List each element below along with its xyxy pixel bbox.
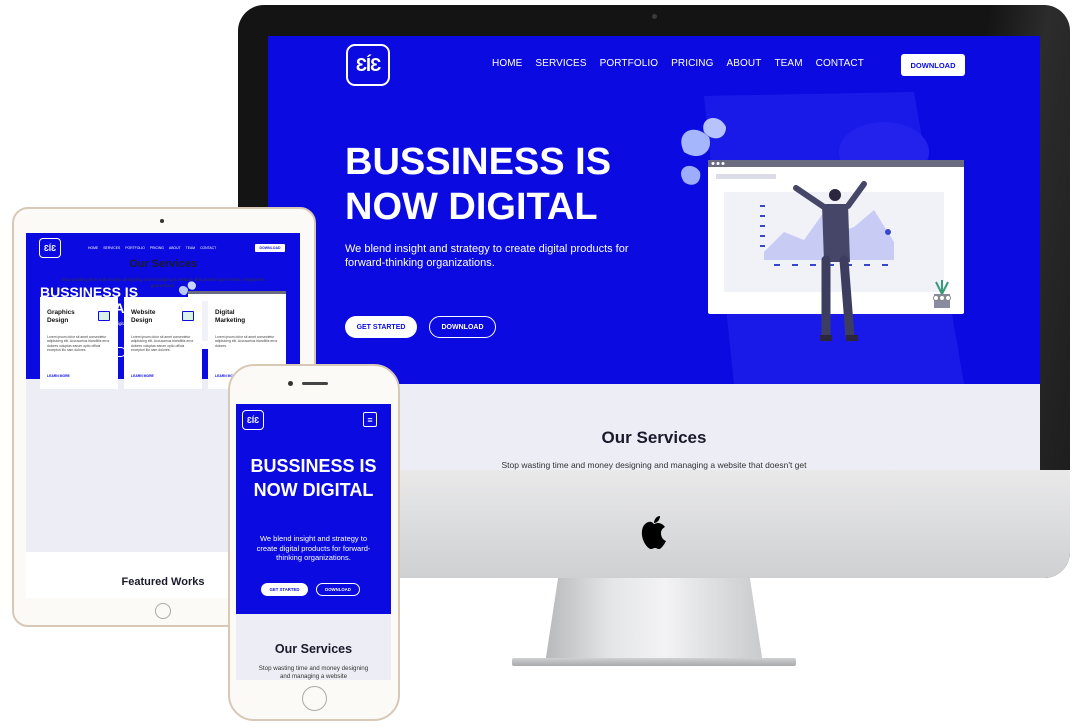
mobile-hero-section: ƐÍƐ ≡ BUSSINESS IS NOW DIGITAL We blend … (236, 404, 391, 614)
service-card-text: Lorem ipsum dolor sit amet consectetur a… (215, 335, 278, 348)
tablet-services-title: Our Services (129, 258, 197, 270)
nav-item-home[interactable]: HOME (492, 58, 522, 69)
hero-title: BUSSINESS IS NOW DIGITAL (345, 141, 612, 228)
device-mockup-stage: ƐÍƐ HOME SERVICES PORTFOLIO PRICING ABOU… (0, 0, 1080, 728)
nav-item-pricing[interactable]: PRICING (671, 58, 713, 69)
desktop-nav: HOME SERVICES PORTFOLIO PRICING ABOUT TE… (492, 58, 864, 69)
iphone-speaker (302, 382, 328, 385)
nav-item-portfolio[interactable]: PORTFOLIO (600, 58, 659, 69)
service-card-title: Website Design (131, 309, 156, 324)
nav-item-services[interactable]: SERVICES (535, 58, 586, 69)
imac-foot (512, 658, 796, 666)
tablet-nav-portfolio[interactable]: PORTFOLIO (125, 246, 145, 250)
service-card-text: Lorem ipsum dolor sit amet consectetur a… (131, 335, 194, 353)
tablet-nav-home[interactable]: HOME (88, 246, 98, 250)
mobile-services-description: Stop wasting time and money designing an… (258, 665, 369, 680)
tablet-nav-team[interactable]: TEAM (186, 246, 195, 250)
tablet-nav: HOME SERVICES PORTFOLIO PRICING ABOUT TE… (88, 246, 216, 250)
hero-illustration (681, 92, 964, 384)
mobile-hero-subtitle: We blend insight and strategy to create … (256, 534, 371, 562)
service-card-title: Digital Marketing (215, 309, 246, 324)
service-card-title: Graphics Design (47, 309, 75, 324)
tablet-nav-services[interactable]: SERVICES (103, 246, 120, 250)
learn-more-link[interactable]: LEARN MORE (47, 374, 70, 378)
tablet-nav-pricing[interactable]: PRICING (150, 246, 164, 250)
service-card-website: Website Design Lorem ipsum dolor sit ame… (124, 297, 202, 389)
desktop-hero-section: ƐÍƐ HOME SERVICES PORTFOLIO PRICING ABOU… (268, 36, 1040, 384)
iphone-home-button (302, 686, 327, 711)
tablet-nav-download-button[interactable]: DOWNLOAD (255, 244, 285, 252)
apple-logo-icon (641, 516, 666, 549)
iphone-camera (288, 381, 293, 386)
nav-download-button[interactable]: DOWNLOAD (901, 54, 965, 76)
imac-camera (652, 14, 657, 19)
tablet-brand-logo[interactable]: ƐÍƐ (39, 238, 61, 258)
nav-item-about[interactable]: ABOUT (727, 58, 762, 69)
hero-subtitle: We blend insight and strategy to create … (345, 243, 629, 269)
brand-logo[interactable]: ƐÍƐ (346, 44, 390, 86)
website-design-icon (182, 311, 194, 321)
mobile-brand-logo[interactable]: ƐÍƐ (242, 410, 264, 430)
learn-more-link[interactable]: LEARN MORE (131, 374, 154, 378)
mobile-hero-title: BUSSINESS IS NOW DIGITAL (250, 456, 377, 500)
mobile-hero-download-button[interactable]: DOWNLOAD (316, 583, 360, 596)
hero-download-button[interactable]: DOWNLOAD (429, 316, 496, 338)
nav-item-team[interactable]: TEAM (774, 58, 802, 69)
imac-stand (545, 578, 763, 664)
mobile-get-started-button[interactable]: GET STARTED (261, 583, 308, 596)
ipad-camera (160, 219, 164, 223)
graphics-design-icon (98, 311, 110, 321)
ipad-home-button (155, 603, 171, 619)
service-card-graphics: Graphics Design Lorem ipsum dolor sit am… (40, 297, 118, 389)
tablet-services-description: Stop wasting time and money designing an… (61, 277, 265, 288)
nav-item-contact[interactable]: CONTACT (816, 58, 864, 69)
get-started-button[interactable]: GET STARTED (345, 316, 417, 338)
hamburger-menu-icon[interactable]: ≡ (363, 412, 377, 427)
tablet-nav-about[interactable]: ABOUT (169, 246, 181, 250)
tablet-nav-contact[interactable]: CONTACT (200, 246, 216, 250)
mobile-screen: ƐÍƐ ≡ BUSSINESS IS NOW DIGITAL We blend … (236, 404, 391, 680)
service-card-text: Lorem ipsum dolor sit amet consectetur a… (47, 335, 110, 353)
mobile-services-title: Our Services (274, 642, 353, 656)
